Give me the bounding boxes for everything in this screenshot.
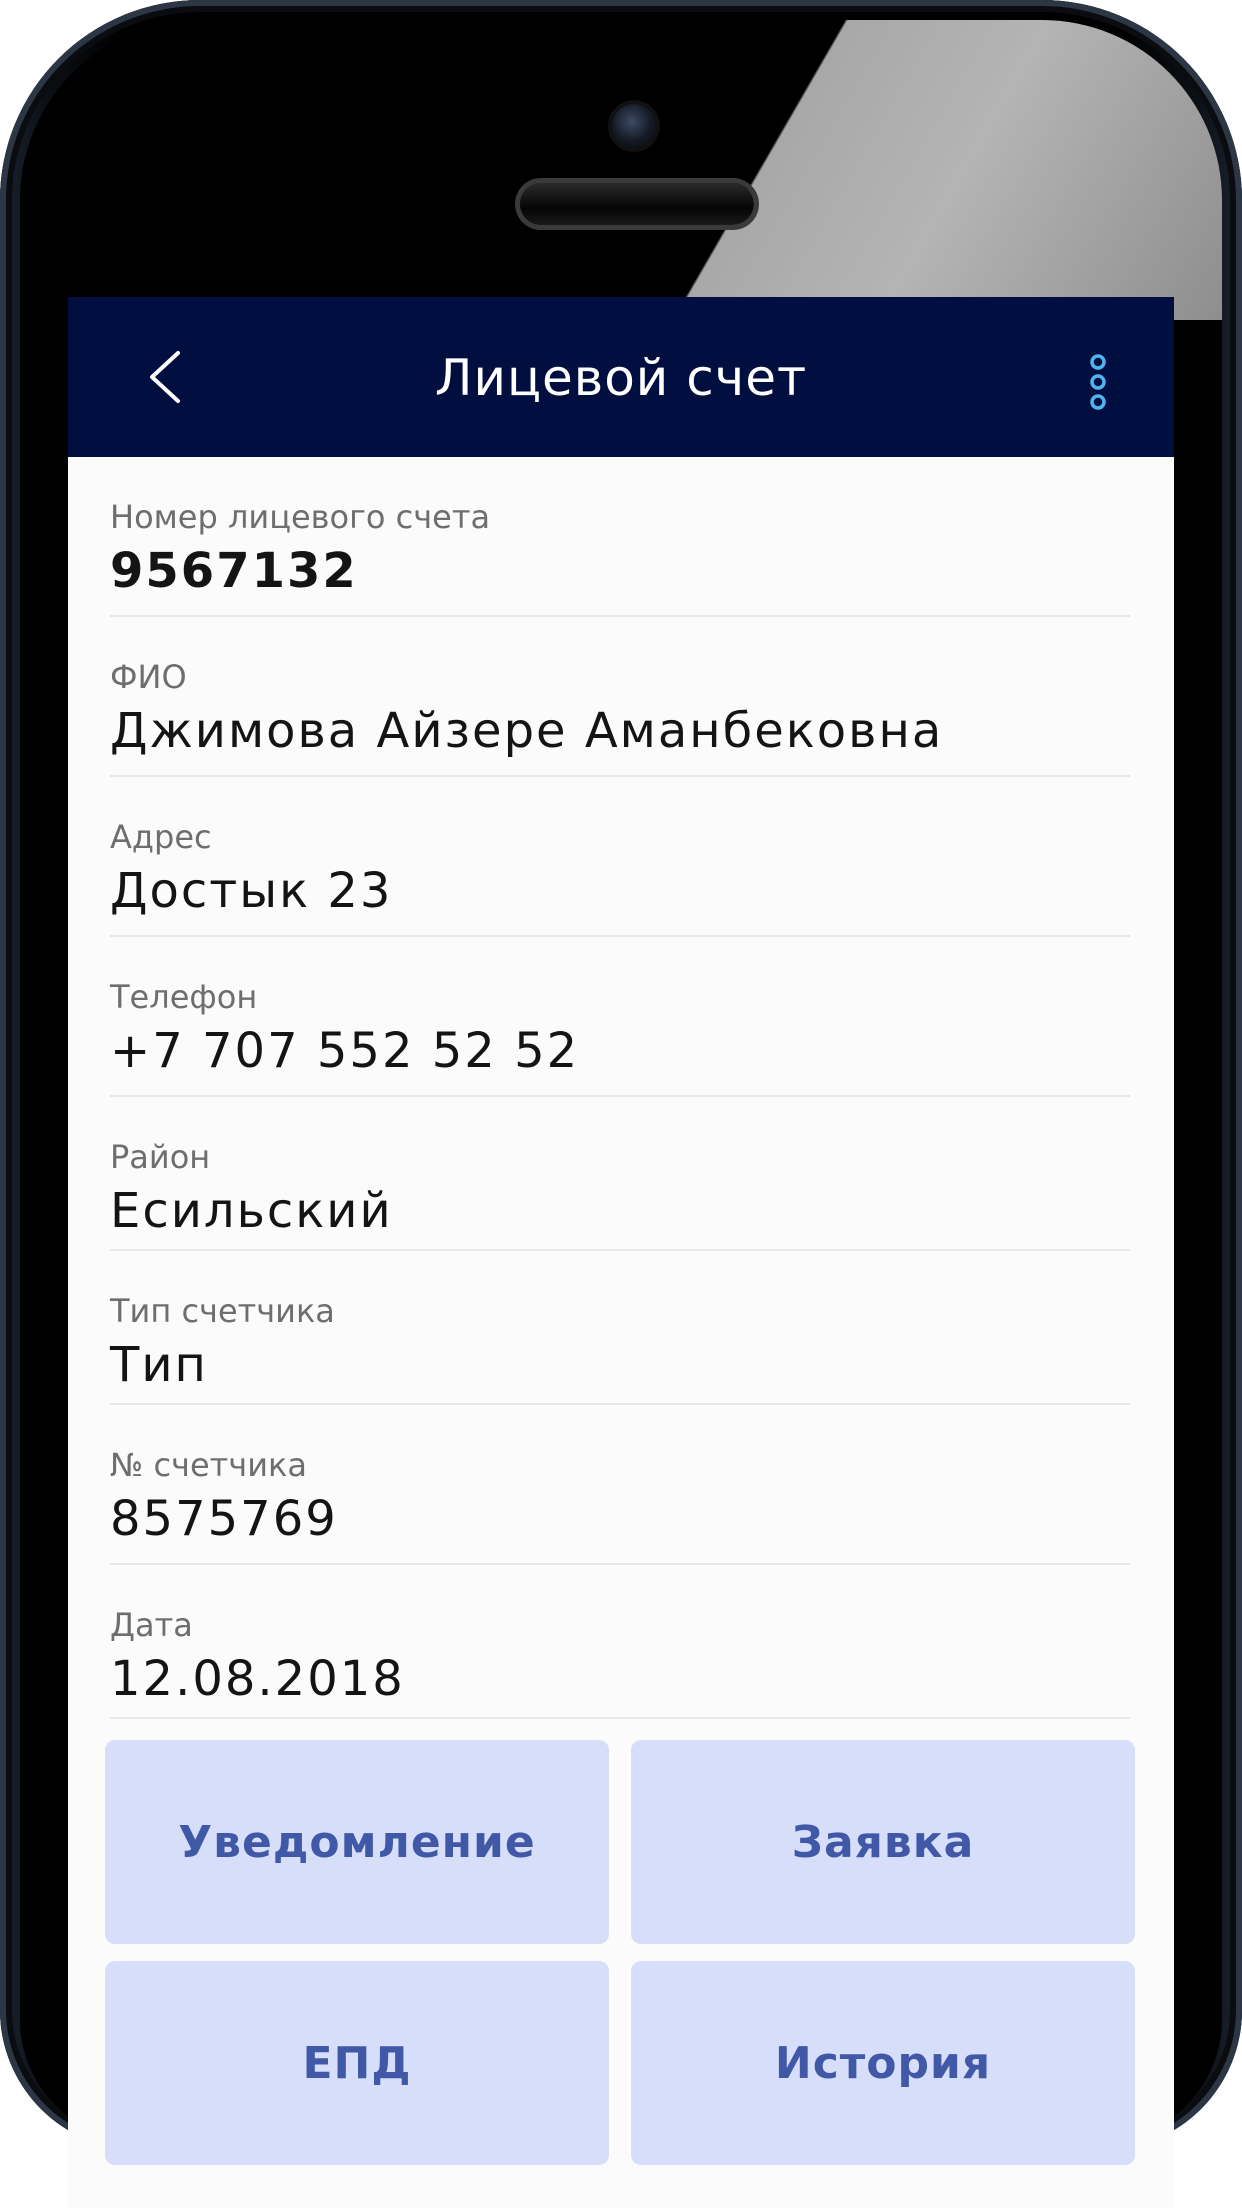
field-value: 9567132 bbox=[110, 543, 358, 599]
notification-button[interactable]: Уведомление bbox=[105, 1740, 609, 1944]
epd-button[interactable]: ЕПД bbox=[105, 1961, 609, 2165]
app-screen: Лицевой счет Номер лицевого счета 956713… bbox=[68, 297, 1174, 2208]
field-label: № счетчика bbox=[110, 1446, 307, 1484]
field-district: Район Есильский bbox=[110, 1097, 1130, 1251]
account-details: Номер лицевого счета 9567132 ФИО Джимова… bbox=[110, 457, 1130, 1719]
field-date: Дата 12.08.2018 bbox=[110, 1565, 1130, 1719]
field-value: 8575769 bbox=[110, 1491, 338, 1547]
field-label: Номер лицевого счета bbox=[110, 498, 491, 536]
more-menu-button[interactable] bbox=[1078, 352, 1118, 412]
field-account-number: Номер лицевого счета 9567132 bbox=[110, 457, 1130, 617]
history-button[interactable]: История bbox=[631, 1961, 1135, 2165]
request-button[interactable]: Заявка bbox=[631, 1740, 1135, 1944]
field-full-name: ФИО Джимова Айзере Аманбековна bbox=[110, 617, 1130, 777]
field-meter-number: № счетчика 8575769 bbox=[110, 1405, 1130, 1565]
field-value: Есильский bbox=[110, 1183, 393, 1239]
field-label: Район bbox=[110, 1138, 211, 1176]
front-camera bbox=[612, 104, 656, 148]
field-phone: Телефон +7 707 552 52 52 bbox=[110, 937, 1130, 1097]
stage: Лицевой счет Номер лицевого счета 956713… bbox=[0, 0, 1242, 2208]
app-header: Лицевой счет bbox=[68, 297, 1174, 457]
page-title: Лицевой счет bbox=[434, 349, 808, 407]
field-label: Телефон bbox=[110, 978, 258, 1016]
field-address: Адрес Достык 23 bbox=[110, 777, 1130, 937]
field-label: ФИО bbox=[110, 658, 187, 696]
field-meter-type: Тип счетчика Тип bbox=[110, 1251, 1130, 1405]
back-button[interactable] bbox=[138, 347, 198, 407]
field-value: Достык 23 bbox=[110, 863, 393, 919]
chevron-left-icon bbox=[150, 351, 180, 403]
field-label: Дата bbox=[110, 1606, 193, 1644]
screen-glare bbox=[510, 20, 1222, 320]
earpiece-speaker bbox=[520, 183, 754, 225]
field-value: Джимова Айзере Аманбековна bbox=[110, 703, 944, 759]
field-value: +7 707 552 52 52 bbox=[110, 1023, 580, 1079]
field-value: Тип bbox=[110, 1337, 208, 1393]
field-label: Адрес bbox=[110, 818, 212, 856]
more-vertical-icon bbox=[1090, 354, 1106, 410]
field-value: 12.08.2018 bbox=[110, 1651, 405, 1707]
field-label: Тип счетчика bbox=[110, 1292, 335, 1330]
